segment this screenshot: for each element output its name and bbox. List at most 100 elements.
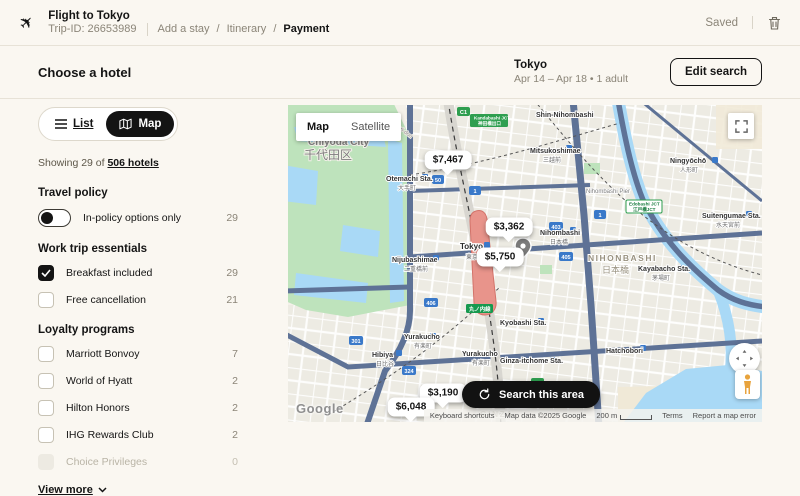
toggle-knob (41, 212, 53, 224)
filter-hilton-honors[interactable]: Hilton Honors 2 (38, 400, 238, 416)
svg-text:301: 301 (351, 339, 360, 345)
filter-count: 21 (226, 294, 238, 306)
svg-text:二重橋前: 二重橋前 (404, 265, 428, 273)
map-canvas[interactable]: C1 C1 1 1 50 403 405 406 324 301 (288, 105, 762, 422)
svg-text:Shin-Nihombashi: Shin-Nihombashi (536, 112, 594, 119)
essentials-heading: Work trip essentials (38, 243, 238, 255)
svg-text:日本橋: 日本橋 (550, 238, 568, 246)
checkbox-unchecked[interactable] (38, 373, 54, 389)
breadcrumb-itinerary[interactable]: Itinerary (227, 23, 267, 35)
svg-text:Otemachi Sta.: Otemachi Sta. (386, 176, 433, 183)
hotel-price-marker[interactable]: $7,467 (425, 151, 472, 170)
list-view-button[interactable]: List (42, 111, 106, 137)
checkbox-unchecked[interactable] (38, 346, 54, 362)
map-type-satellite[interactable]: Satellite (340, 113, 401, 141)
filter-world-of-hyatt[interactable]: World of Hyatt 2 (38, 373, 238, 389)
subheader: Choose a hotel Tokyo Apr 14 – Apr 18 • 1… (0, 46, 800, 99)
map-type-control: Map Satellite (296, 113, 401, 141)
map-attribution: Keyboard shortcuts Map data ©2025 Google… (424, 409, 762, 422)
price-label: $7,467 (433, 155, 464, 166)
keyboard-shortcuts-link[interactable]: Keyboard shortcuts (430, 411, 495, 420)
checkbox-checked[interactable] (38, 265, 54, 281)
filters-sidebar: List Map Showing 29 of 506 hotels Travel… (38, 107, 238, 496)
checkbox-unchecked[interactable] (38, 427, 54, 443)
svg-text:Kandabashi JCT: Kandabashi JCT (474, 116, 510, 121)
scale-bar (620, 415, 652, 420)
map-data-text: Map data ©2025 Google (505, 411, 587, 420)
search-this-area-button[interactable]: Search this area (462, 381, 600, 408)
filter-free-cancellation[interactable]: Free cancellation 21 (38, 292, 238, 308)
search-summary: Tokyo Apr 14 – Apr 18 • 1 adult (514, 59, 628, 85)
hotel-price-marker[interactable]: $5,750 (477, 248, 524, 267)
map-scale: 200 m (596, 411, 652, 420)
svg-text:人形町: 人形町 (680, 166, 698, 174)
in-policy-toggle[interactable] (38, 209, 71, 227)
svg-text:Edobashi JCT: Edobashi JCT (629, 202, 660, 207)
map-type-map[interactable]: Map (296, 113, 340, 141)
svg-text:Yurakucho: Yurakucho (462, 351, 498, 358)
filter-in-policy[interactable]: In-policy options only 29 (38, 209, 238, 227)
results-count-link[interactable]: 506 hotels (107, 157, 158, 169)
destination: Tokyo (514, 59, 628, 71)
page-title: Choose a hotel (38, 65, 131, 80)
view-more-link[interactable]: View more (38, 484, 238, 496)
delete-trip-button[interactable] (767, 15, 782, 31)
svg-text:Yurakucho: Yurakucho (404, 334, 440, 341)
breadcrumb-add-a-stay[interactable]: Add a stay (158, 23, 210, 35)
metro-line-badge: 丸ノ内線 (466, 304, 493, 313)
search-area-label: Search this area (499, 389, 584, 401)
divider (147, 23, 148, 36)
checkbox-unchecked[interactable] (38, 292, 54, 308)
map-view-button[interactable]: Map (106, 111, 174, 137)
svg-text:Hibiya: Hibiya (372, 352, 393, 359)
filter-label: Marriott Bonvoy (66, 348, 140, 360)
filter-label: Hilton Honors (66, 402, 130, 414)
svg-text:江戸橋JCT: 江戸橋JCT (633, 206, 656, 213)
breadcrumb-payment[interactable]: Payment (283, 23, 329, 35)
loyalty-heading: Loyalty programs (38, 324, 238, 336)
fullscreen-button[interactable] (728, 113, 754, 139)
svg-text:405: 405 (561, 255, 570, 261)
edit-search-button[interactable]: Edit search (670, 58, 762, 86)
filter-breakfast-included[interactable]: Breakfast included 29 (38, 265, 238, 281)
filter-marriott-bonvoy[interactable]: Marriott Bonvoy 7 (38, 346, 238, 362)
filter-label: World of Hyatt (66, 375, 132, 387)
checkbox-unchecked[interactable] (38, 400, 54, 416)
top-header: ✈ Flight to Tokyo Trip-ID: 26653989 Add … (0, 0, 800, 46)
filter-ihg-rewards-club[interactable]: IHG Rewards Club 2 (38, 427, 238, 443)
svg-text:406: 406 (426, 301, 435, 307)
price-label: $3,362 (494, 222, 525, 233)
svg-text:Hatchobori: Hatchobori (606, 348, 643, 355)
hotel-price-marker[interactable]: $3,362 (486, 218, 533, 237)
svg-text:324: 324 (404, 369, 414, 375)
breadcrumb-separator: / (273, 23, 276, 35)
travel-policy-heading: Travel policy (38, 187, 238, 199)
price-label: $6,048 (396, 402, 427, 413)
report-map-error-link[interactable]: Report a map error (693, 411, 756, 420)
svg-text:Kayabacho Sta.: Kayabacho Sta. (638, 266, 690, 273)
list-view-label: List (73, 118, 93, 130)
svg-text:Suitengumae Sta.: Suitengumae Sta. (702, 213, 761, 220)
pegman-control[interactable] (735, 370, 760, 399)
svg-text:1: 1 (473, 189, 476, 195)
svg-text:有楽町: 有楽町 (414, 342, 432, 350)
fullscreen-icon (735, 120, 748, 133)
svg-text:50: 50 (435, 178, 441, 184)
google-logo[interactable]: Google (296, 401, 344, 416)
price-label: $5,750 (485, 252, 516, 263)
filter-count: 29 (226, 267, 238, 279)
filter-label: IHG Rewards Club (66, 429, 154, 441)
trip-id: Trip-ID: 26653989 (48, 23, 136, 35)
map-icon (119, 118, 132, 130)
airplane-icon: ✈ (15, 10, 39, 34)
filter-label: Breakfast included (66, 267, 152, 279)
terms-link[interactable]: Terms (662, 411, 682, 420)
filter-label: Free cancellation (66, 294, 146, 306)
filter-count: 2 (232, 402, 238, 414)
refresh-icon (478, 388, 491, 401)
svg-text:有楽町: 有楽町 (472, 359, 490, 367)
dates-occupancy: Apr 14 – Apr 18 • 1 adult (514, 73, 628, 85)
breadcrumb: Add a stay / Itinerary / Payment (158, 23, 330, 35)
view-more-label: View more (38, 484, 93, 496)
svg-text:日比谷: 日比谷 (376, 360, 394, 368)
